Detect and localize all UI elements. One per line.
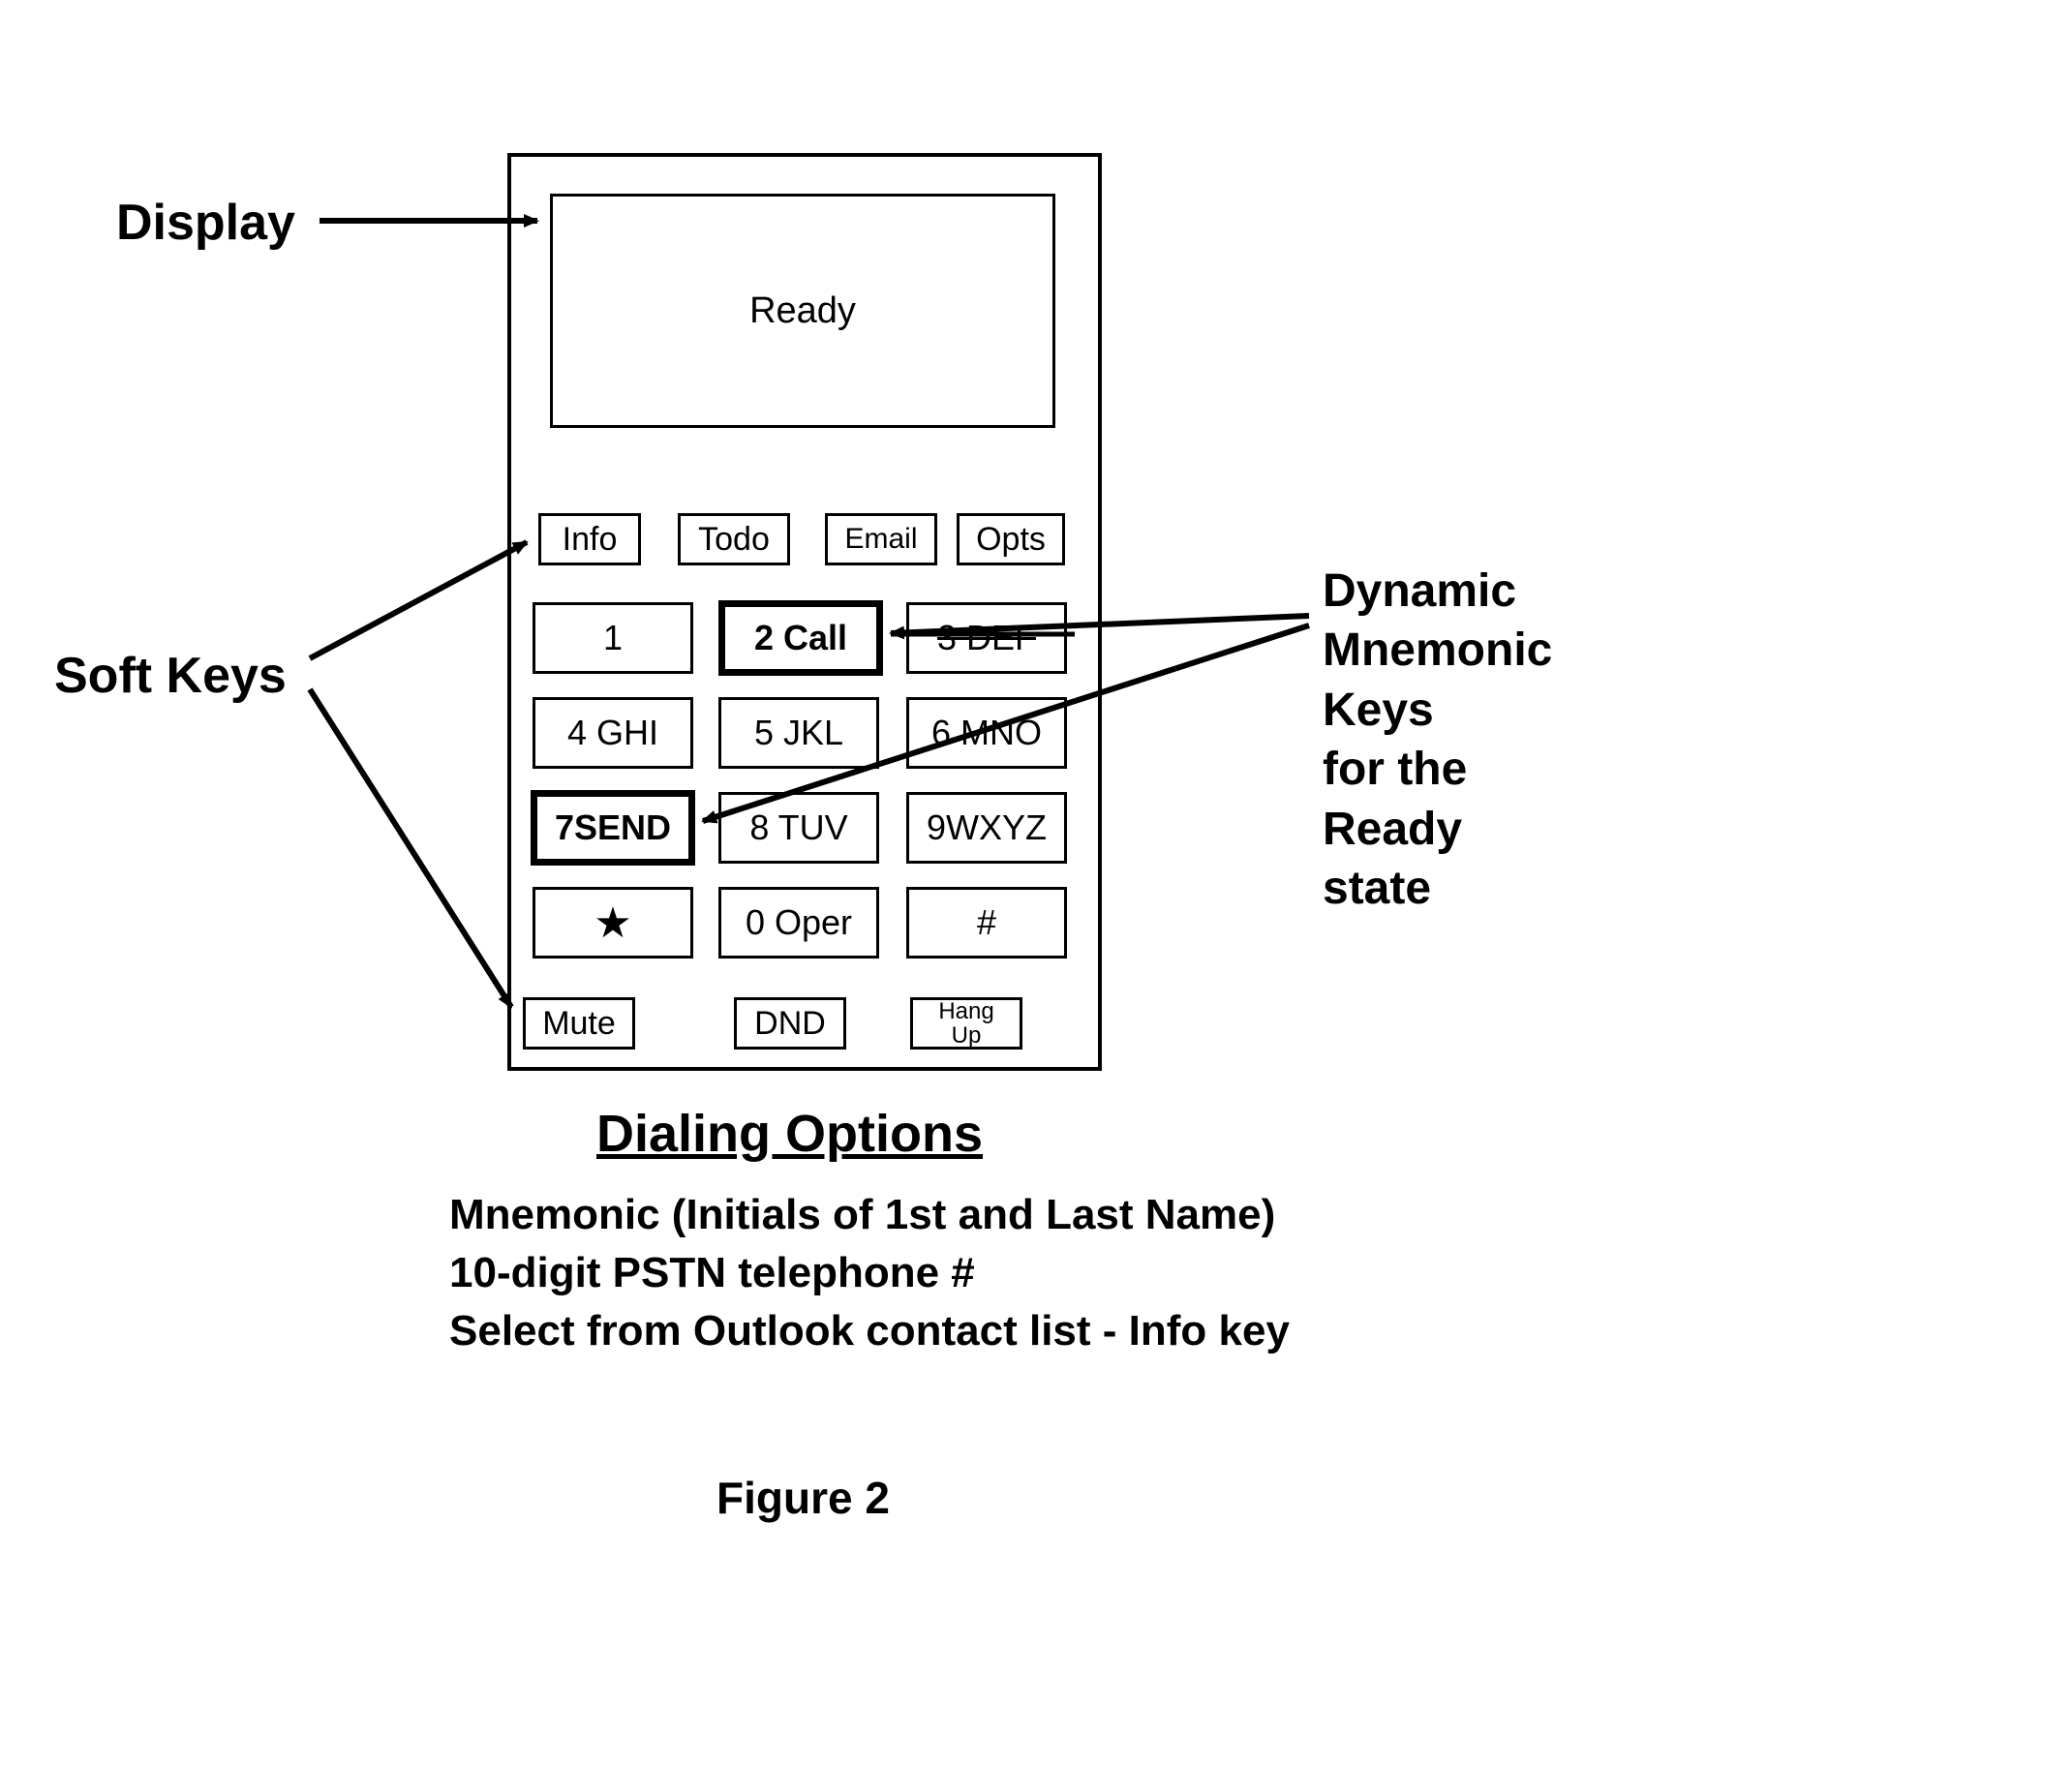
- section-title: Dialing Options: [596, 1104, 983, 1164]
- section-line-2: 10-digit PSTN telephone #: [449, 1244, 975, 1301]
- annotation-arrows: [0, 0, 2072, 1766]
- figure-canvas: Ready Info Todo Email Opts 1 2 Call 3 DE…: [0, 0, 2072, 1766]
- figure-caption: Figure 2: [716, 1472, 890, 1524]
- section-line-1: Mnemonic (Initials of 1st and Last Name): [449, 1186, 1275, 1243]
- section-line-3: Select from Outlook contact list - Info …: [449, 1302, 1290, 1359]
